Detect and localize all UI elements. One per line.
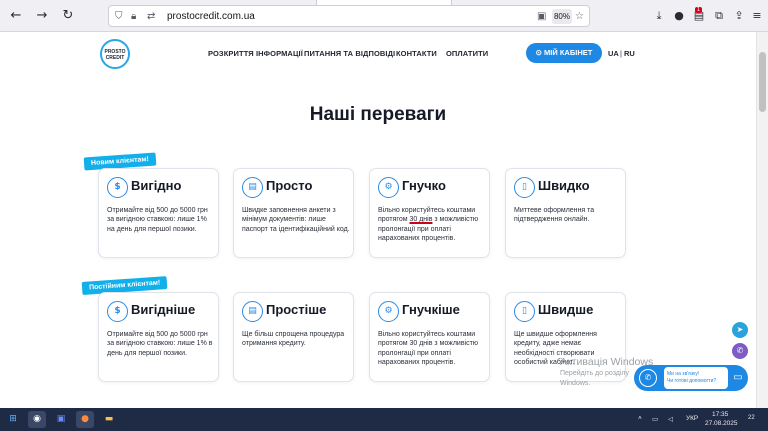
logo-text-line2: CREDIT [105,55,125,61]
scroll-thumb[interactable] [759,52,766,112]
card-title: Швидко [538,178,590,193]
phone-icon[interactable]: ✆ [639,369,657,387]
card-prostishe: ▤ Простіше Ще більш спрощена процедура о… [233,292,354,382]
document-icon: ▤ [242,177,263,198]
permissions-icon[interactable]: ⇄ [147,10,155,24]
extension-badge: 1 [695,7,702,13]
page-scrollbar[interactable] [756,32,768,408]
webpage: PROSTO CREDIT РОЗКРИТТЯ ІНФОРМАЦІЇ ПИТАН… [0,32,756,408]
shield-icon[interactable]: ⛉ [115,10,123,24]
card-title: Простіше [266,302,327,317]
reload-icon[interactable]: ↻ [60,8,76,24]
chat-line2: Чи готові допомогти? [667,377,717,384]
back-arrow-icon[interactable]: ← [8,8,24,24]
flexible-settings-icon: ⚙ [378,177,399,198]
card-title: Швидше [538,302,594,317]
address-bar[interactable]: ⛉ 🔒︎ ⇄ prostocredit.com.ua ▣ 80% ☆ [108,5,590,27]
reader-view-icon[interactable]: ▣ [537,10,546,24]
input-language[interactable]: УКР [686,415,698,422]
url-text[interactable]: prostocredit.com.ua [167,10,255,24]
firefox-icon[interactable]: ● [76,411,94,428]
viber-icon[interactable]: ✆ [732,343,748,359]
my-cabinet-label: МІЙ КАБІНЕТ [544,48,593,57]
document-icon: ▤ [242,301,263,322]
notification-count[interactable]: 22 [748,415,755,421]
card-text-highlight: 30 днів [409,216,433,224]
download-icon[interactable]: ⤓ [652,9,666,23]
lang-ua[interactable]: UA [608,49,619,58]
nav-faq[interactable]: ПИТАННЯ ТА ВІДПОВІДІ [304,49,395,58]
nav-contacts[interactable]: КОНТАКТИ [396,49,437,58]
card-text: Вільно користуйтесь коштами протягом 30 … [378,206,486,244]
flexible-settings-icon: ⚙ [378,301,399,322]
clock-time[interactable]: 17:35 [712,411,728,418]
bookmark-star-icon[interactable]: ☆ [575,10,584,24]
card-text: Отримайте від 500 до 5000 грн за вигідно… [107,207,208,233]
windows-taskbar: ⊞ ◉ ▣ ● ▬ ˄ ▭ ◁ УКР 17:35 27.08.2025 22 [0,408,768,431]
tray-up-arrow-icon[interactable]: ˄ [638,415,642,422]
forward-arrow-icon[interactable]: → [34,8,50,24]
browser-toolbar: ← → ↻ ⛉ 🔒︎ ⇄ prostocredit.com.ua ▣ 80% ☆… [0,0,768,32]
chat-bubble[interactable]: Ми на зв'язку! Чи готові допомогти? [664,367,728,389]
card-title: Гнучко [402,178,446,193]
section-title: Наші переваги [309,104,447,125]
card-text: Миттеве оформлення та підтвердження онла… [514,207,595,224]
site-logo[interactable]: PROSTO CREDIT [100,39,130,69]
windows-start-icon[interactable]: ⊞ [4,411,22,428]
card-prosto: ▤ Просто Швидке заповнення анкети з міні… [233,168,354,258]
lang-ru[interactable]: RU [624,49,635,58]
chrome-icon[interactable]: ◉ [28,411,46,428]
nav-disclosure[interactable]: РОЗКРИТТЯ ІНФОРМАЦІЇ [208,49,303,58]
my-cabinet-button[interactable]: ⊙ МІЙ КАБІНЕТ [526,43,602,63]
volume-icon[interactable]: ◁ [668,415,673,423]
share-icon[interactable]: ⇪ [732,9,746,23]
card-title: Вигідніше [131,302,196,317]
extensions-puzzle-icon[interactable]: ⧉ [712,9,726,23]
card-text: Швидке заповнення анкети з мінімум докум… [242,207,350,233]
card-gnuchko: ⚙ Гнучко Вільно користуйтесь коштами про… [369,168,490,258]
card-vygidno: $ Вигідно Отримайте від 500 до 5000 грн … [98,168,219,258]
card-text: Вільно користуйтесь коштами протягом 30 … [378,331,479,367]
watermark-text: Перейдіть до розділу «Параметри», щоб ак… [560,370,630,377]
smartphone-icon: ▯ [514,177,535,198]
card-title: Просто [266,178,313,193]
network-icon[interactable]: ▭ [652,415,658,423]
telegram-icon[interactable]: ➤ [732,322,748,338]
lock-icon[interactable]: 🔒︎ [131,10,136,24]
smartphone-icon: ▯ [514,301,535,322]
profile-icon[interactable]: ● [672,9,686,23]
chat-message-icon[interactable]: ▭ [731,371,745,385]
card-text: Ще більш спрощена процедура отримання кр… [242,331,345,348]
card-text: Отримайте від 500 до 5000 грн за вигідно… [107,331,213,357]
lang-separator: | [620,49,622,58]
hand-money-icon: $ [107,177,128,198]
file-explorer-icon[interactable]: ▬ [100,411,118,428]
clock-date[interactable]: 27.08.2025 [705,420,738,427]
card-gnuchkishe: ⚙ Гнучкіше Вільно користуйтесь коштами п… [369,292,490,382]
card-vygidnishe: $ Вигідніше Отримайте від 500 до 5000 гр… [98,292,219,382]
nav-pay[interactable]: ОПЛАТИТИ [446,49,488,58]
card-title: Вигідно [131,178,182,193]
user-icon: ⊙ [535,48,545,57]
teams-icon[interactable]: ▣ [52,411,70,428]
card-shvydko: ▯ Швидко Миттеве оформлення та підтвердж… [505,168,626,258]
menu-icon[interactable]: ≡ [750,9,764,23]
card-title: Гнучкіше [402,302,460,317]
zoom-level-badge[interactable]: 80% [552,9,572,24]
chat-widget[interactable]: ✆ Ми на зв'язку! Чи готові допомогти? ▭ [634,365,748,391]
hand-money-icon: $ [107,301,128,322]
